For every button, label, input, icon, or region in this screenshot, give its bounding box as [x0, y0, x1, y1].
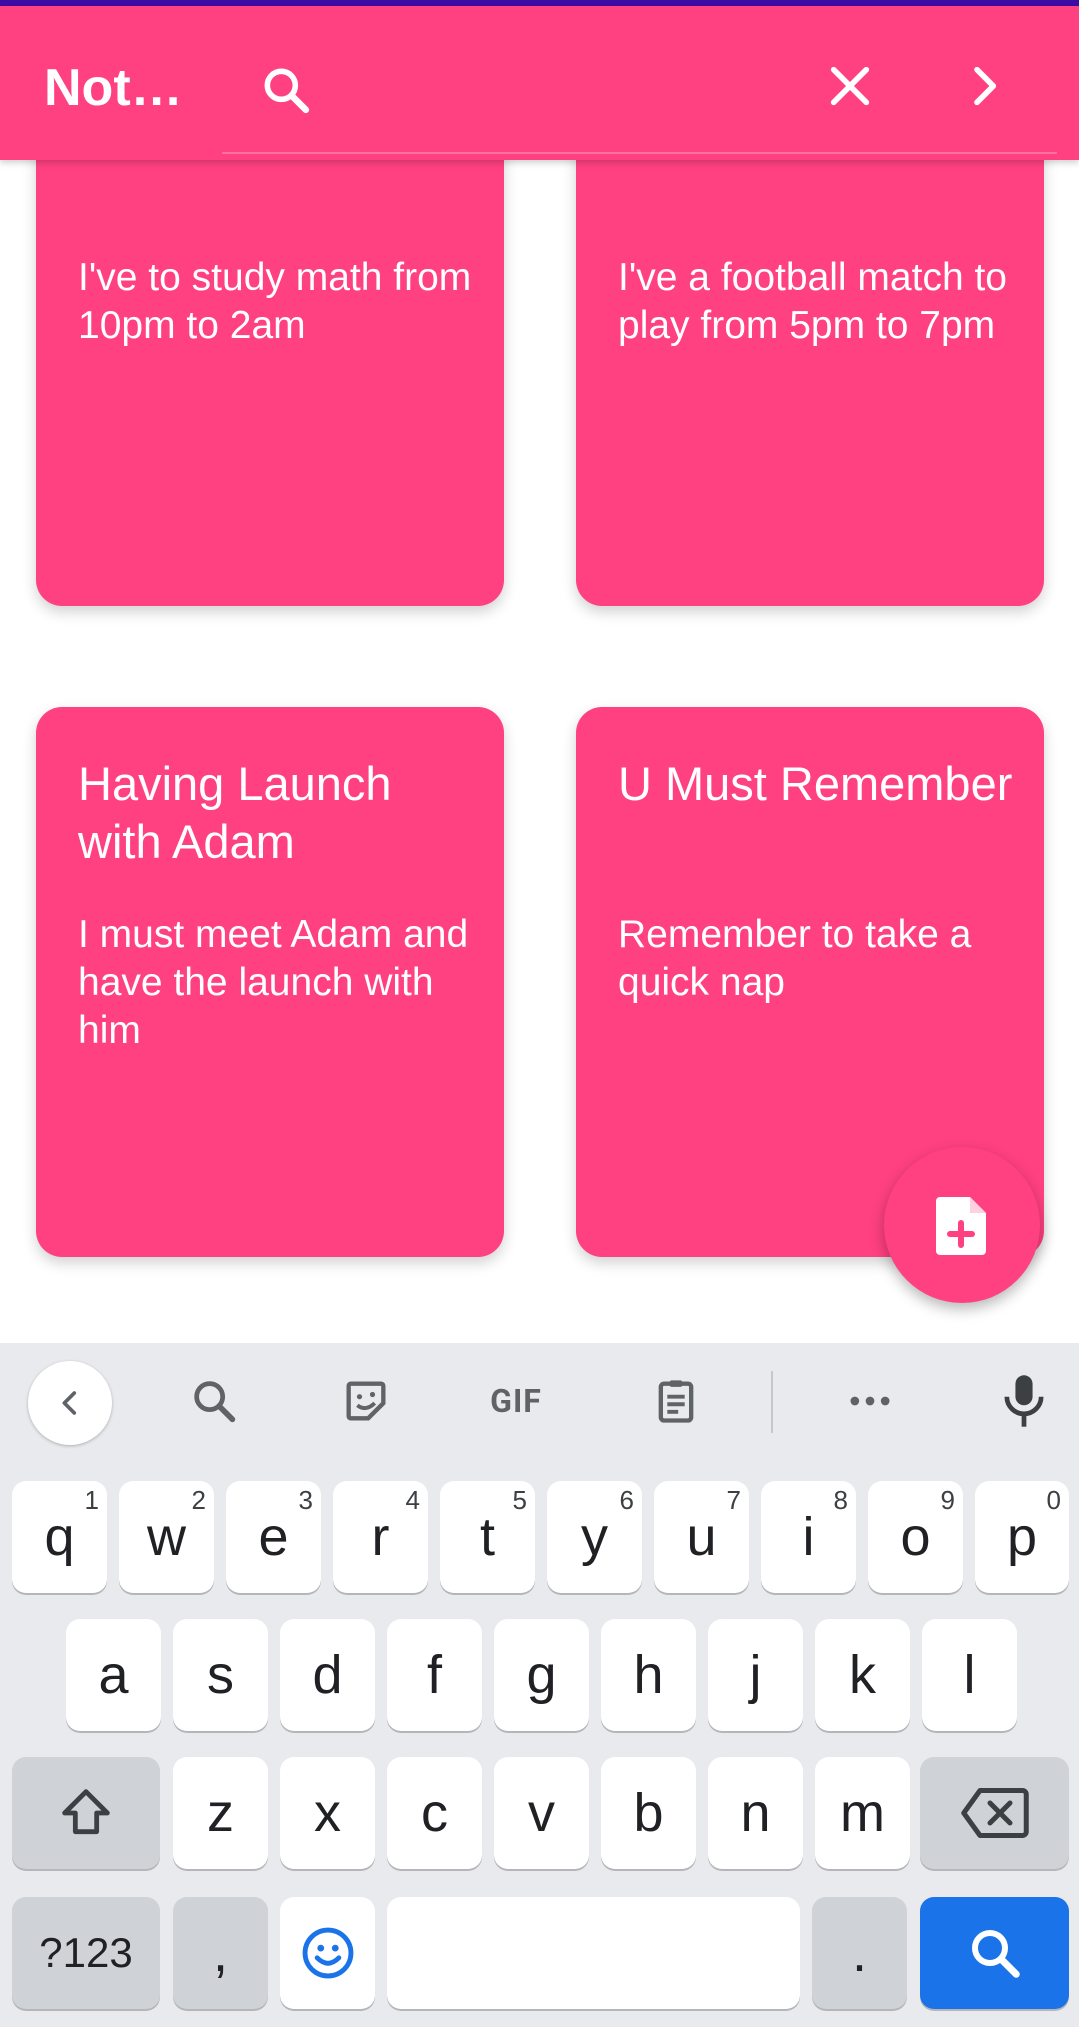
chevron-left-icon	[62, 1391, 77, 1415]
shift-key[interactable]	[12, 1757, 160, 1869]
search-action-key[interactable]	[920, 1897, 1069, 2009]
key-label: w	[147, 1507, 186, 1567]
microphone-icon	[1004, 1375, 1044, 1427]
key-c[interactable]: c	[387, 1757, 482, 1869]
app-title: Not…	[44, 59, 183, 117]
backspace-icon	[960, 1788, 1029, 1838]
keyboard-back-button[interactable]	[28, 1361, 112, 1445]
key-w[interactable]: w2	[119, 1481, 214, 1593]
note-card[interactable]: I've to study math from 10pm to 2am	[36, 120, 504, 606]
key-hint: 1	[84, 1485, 99, 1515]
add-note-icon	[936, 1197, 986, 1255]
note-body: I've a football match to play from 5pm t…	[618, 256, 1007, 347]
key-label: q	[44, 1507, 75, 1567]
key-label: o	[900, 1507, 931, 1567]
key-hint: 0	[1046, 1485, 1061, 1515]
key-i[interactable]: i8	[761, 1481, 856, 1593]
key-n[interactable]: n	[708, 1757, 803, 1869]
symbols-key[interactable]: ?123	[12, 1897, 160, 2009]
emoji-key[interactable]	[280, 1897, 375, 2009]
key-d[interactable]: d	[280, 1619, 375, 1731]
voice-input-button[interactable]	[994, 1371, 1054, 1431]
keyboard: GIF q1 w2 e3 r4 t5 y6 u 7 i 8 o 9 p 0 a …	[0, 1343, 1079, 2027]
key-s[interactable]: s	[173, 1619, 268, 1731]
key-label: t	[479, 1507, 495, 1567]
key-label: e	[258, 1507, 289, 1567]
toolbar-divider	[771, 1371, 773, 1433]
key-b[interactable]: b	[601, 1757, 696, 1869]
search-icon	[194, 1381, 236, 1423]
key-hint: 9	[940, 1485, 955, 1515]
key-label: p	[1006, 1507, 1038, 1567]
sticker-button[interactable]	[336, 1371, 396, 1431]
key-g[interactable]: g	[494, 1619, 589, 1731]
key-v[interactable]: v	[494, 1757, 589, 1869]
keyboard-search-button[interactable]	[184, 1371, 244, 1431]
key-y[interactable]: y6	[547, 1481, 642, 1593]
key-hint: 5	[512, 1485, 527, 1515]
key-m[interactable]: m	[815, 1757, 910, 1869]
note-title: U Must Remember	[618, 757, 1013, 810]
more-horizontal-icon	[850, 1396, 890, 1406]
key-hint: 3	[298, 1485, 313, 1515]
clipboard-icon	[658, 1380, 694, 1423]
key-hint: 6	[619, 1485, 634, 1515]
emoji-icon	[302, 1927, 353, 1979]
note-body: I've to study math from 10pm to 2am	[78, 256, 472, 347]
key-hint: 2	[191, 1485, 206, 1515]
key-l[interactable]: l	[922, 1619, 1017, 1731]
clipboard-button[interactable]	[646, 1371, 706, 1431]
sticker-icon	[346, 1381, 386, 1421]
chevron-right-icon[interactable]	[956, 58, 1012, 114]
key-r[interactable]: r4	[333, 1481, 428, 1593]
key-label: i	[802, 1507, 815, 1567]
period-key[interactable]: .	[812, 1897, 907, 2009]
key-h[interactable]: h	[601, 1619, 696, 1731]
close-icon[interactable]	[822, 58, 878, 114]
key-t[interactable]: t5	[440, 1481, 535, 1593]
key-a[interactable]: a	[66, 1619, 161, 1731]
key-k[interactable]: k	[815, 1619, 910, 1731]
note-card[interactable]: Having Launch with Adam I must meet Adam…	[36, 707, 504, 1257]
comma-key[interactable]: ,	[173, 1897, 268, 2009]
key-o[interactable]: o9	[868, 1481, 963, 1593]
note-card[interactable]: I've a football match to play from 5pm t…	[576, 120, 1044, 606]
backspace-key[interactable]	[920, 1757, 1069, 1869]
more-button[interactable]	[840, 1371, 900, 1431]
note-title: Having Launch with Adam	[78, 757, 392, 868]
key-f[interactable]: f	[387, 1619, 482, 1731]
key-hint: 8	[833, 1485, 848, 1515]
key-x[interactable]: x	[280, 1757, 375, 1869]
key-u[interactable]: u7	[654, 1481, 749, 1593]
note-body: I must meet Adam and have the launch wit…	[78, 913, 469, 1052]
key-z[interactable]: z	[173, 1757, 268, 1869]
search-input[interactable]	[222, 36, 1057, 154]
keyboard-toolbar: GIF	[0, 1343, 1079, 1463]
gif-button[interactable]: GIF	[476, 1371, 556, 1431]
note-body: Remember to take a quick nap	[618, 913, 972, 1004]
key-j[interactable]: j	[708, 1619, 803, 1731]
key-q[interactable]: q1	[12, 1481, 107, 1593]
space-key[interactable]	[387, 1897, 800, 2009]
shift-icon	[62, 1789, 110, 1835]
key-label: r	[371, 1507, 390, 1567]
add-note-button[interactable]	[884, 1147, 1040, 1303]
search-icon	[264, 68, 310, 114]
key-e[interactable]: e3	[226, 1481, 321, 1593]
key-label: u	[686, 1507, 717, 1567]
app-bar: Not…	[0, 6, 1079, 160]
search-icon	[971, 1930, 1020, 1978]
key-hint: 4	[405, 1485, 420, 1515]
key-label: y	[581, 1507, 608, 1567]
key-hint: 7	[726, 1485, 741, 1515]
key-p[interactable]: p0	[975, 1481, 1069, 1593]
